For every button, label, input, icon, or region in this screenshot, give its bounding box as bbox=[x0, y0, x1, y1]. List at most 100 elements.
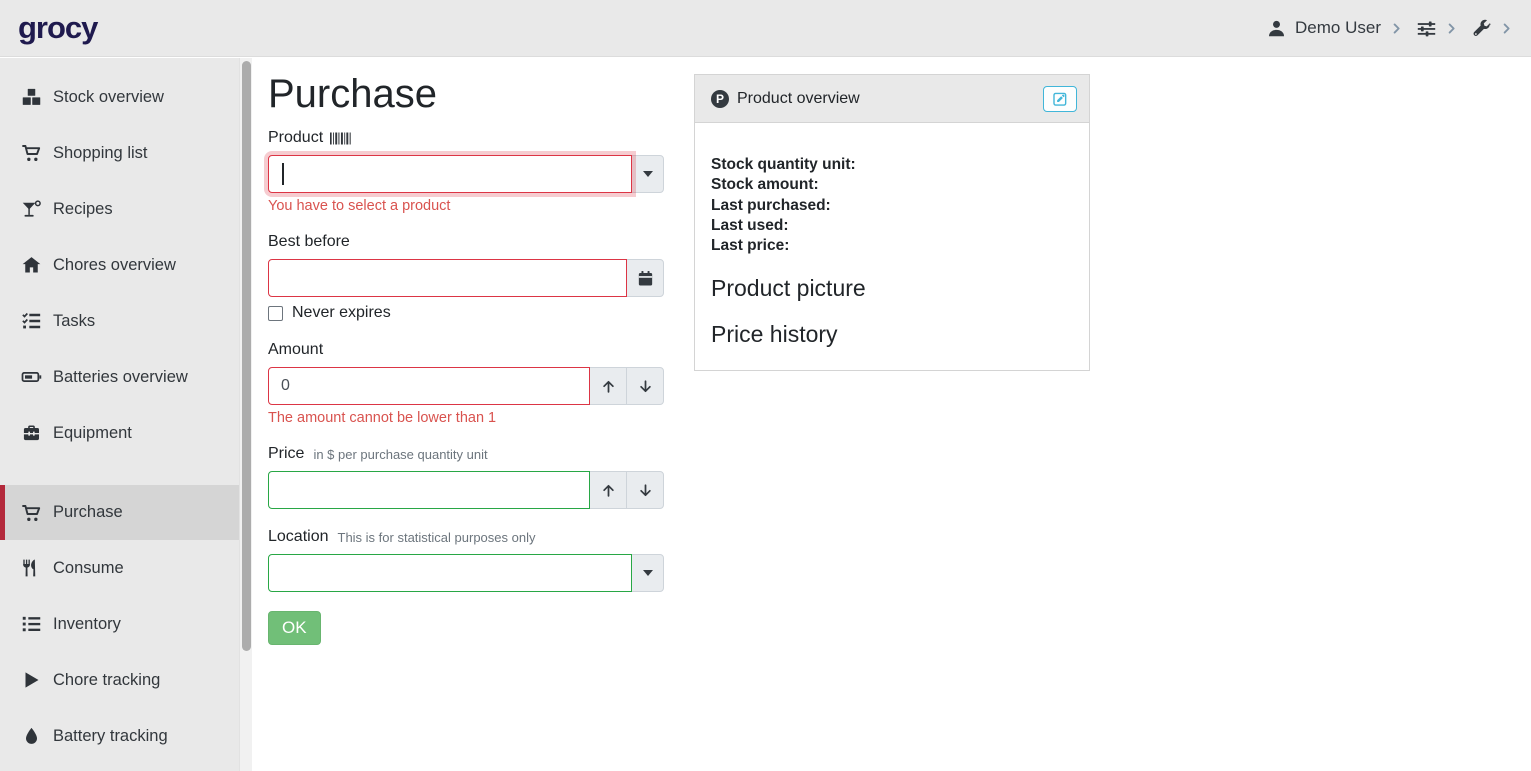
sidebar-item-label: Purchase bbox=[53, 503, 123, 522]
play-icon bbox=[21, 670, 42, 690]
location-field-group: Location This is for statistical purpose… bbox=[268, 528, 664, 592]
sidebar-item-label: Inventory bbox=[53, 615, 121, 634]
sidebar-item-chores-overview[interactable]: Chores overview bbox=[0, 237, 252, 293]
card-body: Stock quantity unit: Stock amount: Last … bbox=[695, 123, 1089, 370]
app-logo[interactable]: grocy bbox=[18, 10, 97, 46]
list-icon bbox=[21, 614, 42, 634]
battery-icon bbox=[21, 367, 42, 387]
price-increment-button[interactable] bbox=[589, 471, 627, 509]
cart-icon bbox=[21, 503, 42, 523]
product-label: Product bbox=[268, 129, 664, 147]
amount-input[interactable] bbox=[268, 367, 590, 405]
sidebar-item-chore-tracking[interactable]: Chore tracking bbox=[0, 652, 252, 708]
sidebar-item-batteries-overview[interactable]: Batteries overview bbox=[0, 349, 252, 405]
overview-field: Last price: bbox=[711, 236, 1073, 256]
product-input[interactable] bbox=[268, 155, 632, 193]
amount-field-group: Amount The amount cannot be lower than 1 bbox=[268, 341, 664, 426]
amount-decrement-button[interactable] bbox=[626, 367, 664, 405]
user-menu[interactable]: Demo User bbox=[1267, 18, 1403, 38]
sidebar-nav: Stock overview Shopping list Recipes Cho… bbox=[0, 58, 252, 764]
sidebar-item-inventory[interactable]: Inventory bbox=[0, 596, 252, 652]
arrow-up-icon bbox=[601, 483, 616, 498]
edit-product-button[interactable] bbox=[1043, 86, 1077, 112]
calendar-icon bbox=[637, 270, 654, 287]
cart-icon bbox=[21, 143, 42, 163]
sidebar-item-tasks[interactable]: Tasks bbox=[0, 293, 252, 349]
sidebar-item-consume[interactable]: Consume bbox=[0, 540, 252, 596]
product-dropdown-button[interactable] bbox=[631, 155, 664, 193]
settings-menu[interactable] bbox=[1417, 19, 1458, 38]
sidebar-item-label: Chore tracking bbox=[53, 671, 160, 690]
overview-field: Last used: bbox=[711, 216, 1073, 236]
amount-error: The amount cannot be lower than 1 bbox=[268, 410, 664, 426]
topbar: grocy Demo User bbox=[0, 0, 1531, 57]
location-dropdown-button[interactable] bbox=[631, 554, 664, 592]
home-icon bbox=[21, 255, 42, 275]
text-cursor bbox=[282, 163, 284, 185]
wrench-icon bbox=[1472, 19, 1491, 38]
product-error: You have to select a product bbox=[268, 198, 664, 214]
sidebar-item-battery-tracking[interactable]: Battery tracking bbox=[0, 708, 252, 764]
user-menu-label: Demo User bbox=[1295, 18, 1381, 38]
sidebar-scrollbar[interactable] bbox=[239, 58, 252, 771]
never-expires-row: Never expires bbox=[268, 304, 664, 322]
barcode-icon bbox=[330, 131, 351, 146]
sidebar-item-label: Tasks bbox=[53, 312, 95, 331]
amount-increment-button[interactable] bbox=[589, 367, 627, 405]
sidebar-item-label: Shopping list bbox=[53, 144, 147, 163]
admin-menu[interactable] bbox=[1472, 19, 1513, 38]
sidebar-item-label: Battery tracking bbox=[53, 727, 168, 746]
overview-fields: Stock quantity unit: Stock amount: Last … bbox=[711, 155, 1073, 256]
sliders-icon bbox=[1417, 19, 1436, 38]
location-label: Location This is for statistical purpose… bbox=[268, 528, 664, 546]
caret-down-icon bbox=[643, 171, 653, 177]
price-history-heading: Price history bbox=[711, 321, 1073, 348]
overview-field: Stock amount: bbox=[711, 175, 1073, 195]
price-decrement-button[interactable] bbox=[626, 471, 664, 509]
sidebar-item-recipes[interactable]: Recipes bbox=[0, 181, 252, 237]
main-content: Purchase Product You have to select a pr… bbox=[252, 58, 1531, 771]
chevron-right-icon bbox=[1390, 22, 1403, 35]
utensils-icon bbox=[21, 558, 42, 578]
sidebar-item-purchase[interactable]: Purchase bbox=[0, 485, 252, 540]
location-hint: This is for statistical purposes only bbox=[338, 530, 536, 545]
sidebar-item-label: Batteries overview bbox=[53, 368, 188, 387]
price-hint: in $ per purchase quantity unit bbox=[313, 447, 487, 462]
sidebar-item-label: Consume bbox=[53, 559, 124, 578]
caret-down-icon bbox=[643, 570, 653, 576]
sidebar-item-stock-overview[interactable]: Stock overview bbox=[0, 69, 252, 125]
best-before-label: Best before bbox=[268, 233, 664, 251]
best-before-input[interactable] bbox=[268, 259, 627, 297]
cocktail-icon bbox=[21, 199, 42, 219]
scrollbar-thumb[interactable] bbox=[242, 61, 251, 651]
price-input[interactable] bbox=[268, 471, 590, 509]
arrow-up-icon bbox=[601, 379, 616, 394]
overview-field: Stock quantity unit: bbox=[711, 155, 1073, 175]
sidebar: Stock overview Shopping list Recipes Cho… bbox=[0, 58, 252, 771]
sidebar-item-equipment[interactable]: Equipment bbox=[0, 405, 252, 461]
best-before-field-group: Best before Never expires bbox=[268, 233, 664, 322]
calendar-button[interactable] bbox=[626, 259, 664, 297]
toolbox-icon bbox=[21, 423, 42, 443]
sidebar-item-label: Equipment bbox=[53, 424, 132, 443]
never-expires-label: Never expires bbox=[292, 304, 391, 322]
card-header: P Product overview bbox=[695, 75, 1089, 123]
never-expires-checkbox[interactable] bbox=[268, 306, 283, 321]
sidebar-item-label: Stock overview bbox=[53, 88, 164, 107]
overview-field: Last purchased: bbox=[711, 196, 1073, 216]
arrow-down-icon bbox=[638, 379, 653, 394]
product-overview-card: P Product overview Stock quantity unit: … bbox=[694, 74, 1090, 371]
sidebar-item-label: Recipes bbox=[53, 200, 113, 219]
topbar-menus: Demo User bbox=[1267, 18, 1513, 38]
sidebar-item-shopping-list[interactable]: Shopping list bbox=[0, 125, 252, 181]
amount-label: Amount bbox=[268, 341, 664, 359]
price-label: Price in $ per purchase quantity unit bbox=[268, 445, 664, 463]
price-field-group: Price in $ per purchase quantity unit bbox=[268, 445, 664, 509]
location-input[interactable] bbox=[268, 554, 632, 592]
ok-button[interactable]: OK bbox=[268, 611, 321, 645]
card-title: Product overview bbox=[737, 90, 1035, 108]
user-icon bbox=[1267, 19, 1286, 38]
boxes-icon bbox=[21, 87, 42, 107]
tasks-icon bbox=[21, 311, 42, 331]
edit-icon bbox=[1052, 91, 1068, 107]
